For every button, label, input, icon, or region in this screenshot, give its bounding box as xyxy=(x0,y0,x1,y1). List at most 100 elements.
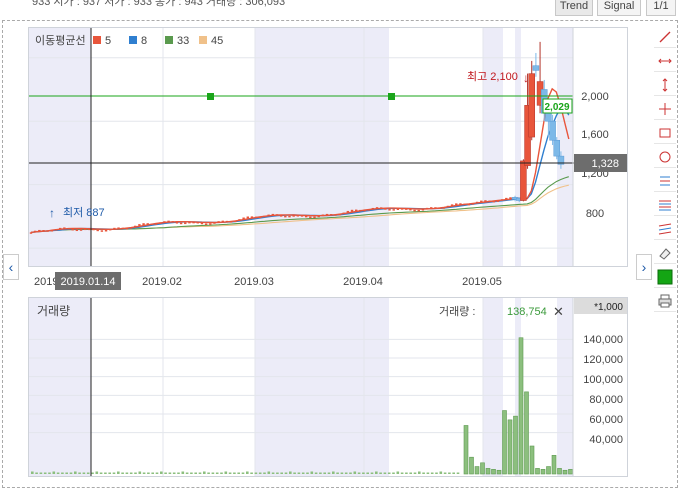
candle xyxy=(184,222,187,225)
volume-bar xyxy=(215,472,219,474)
fibonacci-icon[interactable] xyxy=(654,194,676,216)
scroll-right-button[interactable]: › xyxy=(636,254,652,280)
rectangle-icon[interactable] xyxy=(654,122,676,144)
volume-bar xyxy=(228,472,232,474)
price-chart[interactable]: 이동평균선 5 8 33 45 최고 2,100 ↓ ↑ 최저 887 2,02… xyxy=(29,28,627,266)
candle xyxy=(384,208,387,210)
volume-bar xyxy=(524,391,529,475)
volume-bar xyxy=(456,472,460,474)
candle xyxy=(159,222,162,224)
candle xyxy=(200,222,204,225)
volume-bar xyxy=(293,472,296,474)
page-indicator[interactable]: 1/1 xyxy=(646,0,676,16)
candle xyxy=(350,209,354,212)
volume-bar xyxy=(289,471,292,474)
candle xyxy=(371,207,375,210)
volume-bar xyxy=(551,455,557,475)
vol-tick-120000: 120,000 xyxy=(583,354,623,366)
volume-bar xyxy=(491,469,496,475)
candle xyxy=(288,215,291,218)
volume-bar xyxy=(357,472,361,474)
low-label: 최저 887 xyxy=(63,206,105,219)
volume-bar xyxy=(108,472,111,474)
volume-bar xyxy=(463,425,469,475)
volume-bar xyxy=(518,337,524,475)
volume-bar xyxy=(39,472,43,474)
volume-panel[interactable]: 거래량 거래량 : 138,754 ✕ *1,000 140,000 120,0… xyxy=(28,297,628,477)
level-handle-1[interactable] xyxy=(207,93,214,100)
line-tool-icon[interactable] xyxy=(654,26,676,48)
vol-tick-40000: 40,000 xyxy=(589,434,623,446)
circle-icon[interactable] xyxy=(654,146,676,168)
volume-bar xyxy=(207,472,210,474)
candle xyxy=(463,203,466,206)
candle xyxy=(313,216,316,219)
vertical-range-icon[interactable] xyxy=(654,74,676,96)
signal-button[interactable]: Signal xyxy=(597,0,641,16)
volume-bar xyxy=(485,468,491,475)
price-panel[interactable]: 이동평균선 5 8 33 45 최고 2,100 ↓ ↑ 최저 887 2,02… xyxy=(28,27,628,267)
current-price-value: 1,328 xyxy=(591,158,619,170)
volume-bar xyxy=(276,472,279,474)
candle xyxy=(100,230,104,232)
text-lines-icon[interactable] xyxy=(654,170,676,192)
volume-bar xyxy=(254,472,258,474)
scroll-left-button[interactable]: ‹ xyxy=(3,254,19,280)
candle xyxy=(113,227,116,230)
crosshair-icon[interactable] xyxy=(654,98,676,120)
close-icon[interactable]: ✕ xyxy=(553,304,564,319)
candle xyxy=(42,230,45,232)
candle xyxy=(459,203,462,205)
volume-bar xyxy=(280,472,283,474)
volume-bar xyxy=(147,472,150,474)
volume-bar xyxy=(125,472,129,474)
volume-bar xyxy=(418,471,421,474)
volume-bar xyxy=(194,472,197,474)
candle xyxy=(450,204,454,206)
channel-icon[interactable] xyxy=(654,218,676,240)
candle xyxy=(71,228,74,231)
candle xyxy=(334,214,337,216)
volume-chart[interactable]: 거래량 거래량 : 138,754 ✕ *1,000 140,000 120,0… xyxy=(29,298,627,476)
candle xyxy=(455,203,458,206)
volume-bar xyxy=(430,472,434,474)
ma-8-swatch xyxy=(129,36,137,44)
candle xyxy=(125,227,129,230)
volume-bar xyxy=(185,472,189,474)
print-icon[interactable] xyxy=(654,290,676,312)
volume-bar xyxy=(112,472,116,474)
volume-bar xyxy=(142,472,146,474)
volume-bar xyxy=(86,472,90,474)
horizontal-range-icon[interactable] xyxy=(654,50,676,72)
color-swatch-icon[interactable] xyxy=(654,266,676,288)
level-handle-2[interactable] xyxy=(388,93,395,100)
volume-bar xyxy=(95,471,99,474)
candle-body xyxy=(520,160,527,201)
volume-bar xyxy=(349,472,352,474)
candle xyxy=(196,221,199,224)
volume-bar xyxy=(211,472,215,474)
volume-bar xyxy=(237,472,240,474)
eraser-icon[interactable] xyxy=(654,242,676,264)
candle xyxy=(150,223,154,226)
price-stats: 933 시가 : 937 저가 : 933 종가 : 943 거래량 : 306… xyxy=(32,0,286,8)
volume-bar xyxy=(61,472,64,474)
chevron-right-icon: › xyxy=(641,259,647,275)
candle xyxy=(284,215,287,218)
candle-body xyxy=(553,139,560,157)
candle xyxy=(33,230,37,233)
volume-bar xyxy=(507,419,513,475)
x-axis: 2019.0 2019.02 2019.03 2019.04 2019.05 2… xyxy=(34,272,502,290)
candle xyxy=(309,216,312,219)
ma-33-label: 33 xyxy=(177,35,189,47)
ma-45-swatch xyxy=(199,36,207,44)
volume-bar xyxy=(383,472,387,474)
volume-bar xyxy=(557,468,562,475)
candle xyxy=(304,215,308,218)
volume-bar xyxy=(306,472,309,474)
volume-bar xyxy=(562,469,568,475)
volume-bar xyxy=(422,472,425,474)
candle xyxy=(496,200,500,202)
ma-5-swatch xyxy=(93,36,101,44)
trend-button[interactable]: Trend xyxy=(555,0,593,16)
